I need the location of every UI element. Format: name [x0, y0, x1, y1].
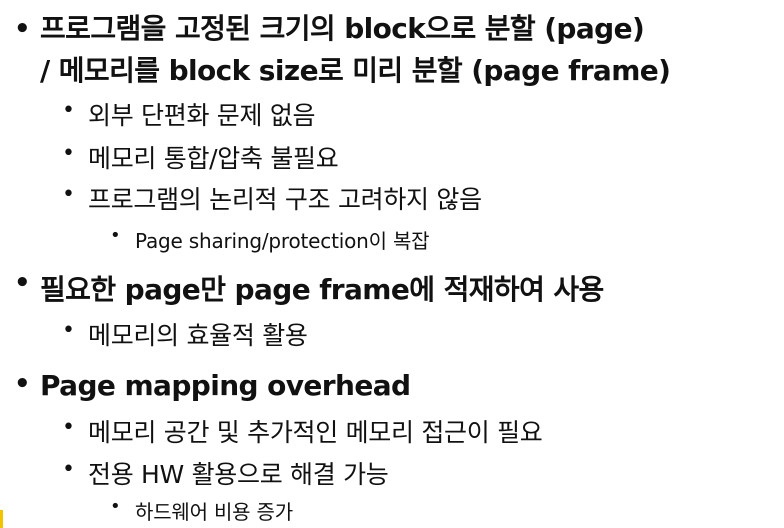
bullet-marker: •: [62, 141, 75, 166]
bullet-dedicated-hw: • 전용 HW 활용으로 해결 가능: [62, 455, 389, 491]
bullet-no-logical-structure: • 프로그램의 논리적 구조 고려하지 않음: [62, 180, 482, 216]
slide: • 프로그램을 고정된 크기의 block으로 분할 (page) / 메모리를…: [0, 0, 784, 528]
bullet-efficient-memory: • 메모리의 효율적 활용: [62, 316, 308, 352]
bullet-text-line-2: / 메모리를 block size로 미리 분할 (page frame): [40, 54, 671, 87]
bullet-text-line-1: 프로그램을 고정된 크기의 block으로 분할 (page): [40, 12, 645, 45]
bullet-text: 프로그램의 논리적 구조 고려하지 않음: [88, 185, 482, 214]
bullet-text: 메모리 통합/압축 불필요: [88, 144, 339, 173]
bullet-page-mapping-overhead: • Page mapping overhead: [14, 369, 411, 402]
slide-accent-mark: [0, 510, 3, 528]
bullet-marker: •: [14, 14, 31, 44]
bullet-hw-cost-increase: • 하드웨어 비용 증가: [110, 496, 293, 525]
bullet-text: Page sharing/protection이 복잡: [135, 229, 430, 253]
bullet-no-external-fragmentation: • 외부 단편화 문제 없음: [62, 96, 316, 132]
bullet-sharing-protection: • Page sharing/protection이 복잡: [110, 225, 430, 254]
bullet-marker: •: [110, 225, 121, 246]
bullet-text: 하드웨어 비용 증가: [135, 500, 293, 524]
bullet-no-compaction: • 메모리 통합/압축 불필요: [62, 139, 339, 175]
bullet-text: Page mapping overhead: [40, 369, 411, 402]
bullet-marker: •: [110, 496, 121, 517]
bullet-marker: •: [62, 415, 75, 440]
bullet-text: 메모리의 효율적 활용: [88, 321, 308, 350]
bullet-marker: •: [62, 457, 75, 482]
bullet-text: 전용 HW 활용으로 해결 가능: [88, 460, 389, 489]
bullet-load-needed-pages: • 필요한 page만 page frame에 적재하여 사용: [14, 268, 604, 308]
bullet-extra-memory-access: • 메모리 공간 및 추가적인 메모리 접근이 필요: [62, 413, 543, 449]
bullet-paging-definition: • 프로그램을 고정된 크기의 block으로 분할 (page) / 메모리를…: [14, 8, 671, 92]
bullet-marker: •: [62, 98, 75, 123]
bullet-text: 필요한 page만 page frame에 적재하여 사용: [40, 273, 604, 306]
bullet-text: 메모리 공간 및 추가적인 메모리 접근이 필요: [88, 418, 543, 447]
bullet-marker: •: [14, 268, 31, 298]
bullet-marker: •: [62, 182, 75, 207]
bullet-marker: •: [14, 369, 31, 399]
bullet-text: 외부 단편화 문제 없음: [88, 101, 316, 130]
bullet-marker: •: [62, 318, 75, 343]
